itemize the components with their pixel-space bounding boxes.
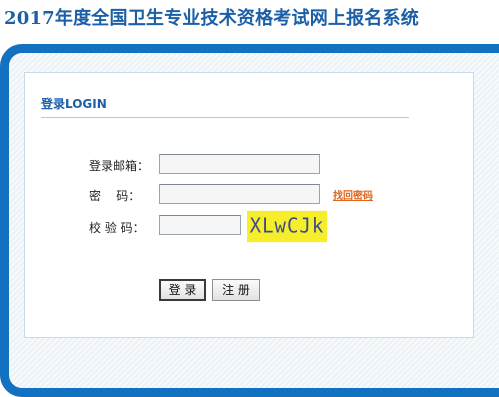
page-title: 2017年度全国卫生专业技术资格考试网上报名系统 [4,8,419,29]
email-label: 登录邮箱： [89,159,150,173]
captcha-label: 校 验 码： [89,221,145,235]
password-field[interactable] [159,184,320,204]
password-label: 密 码： [89,189,141,203]
email-field[interactable] [159,154,320,174]
login-button[interactable]: 登 录 [159,279,206,301]
login-card: 登录LOGIN 登录邮箱： 密 码： 找回密码 校 验 码： XLwCJk 登 … [24,72,474,338]
retrieve-password-link[interactable]: 找回密码 [333,187,373,202]
register-button[interactable]: 注 册 [212,279,260,301]
heading-divider [41,117,409,118]
captcha-field[interactable] [159,215,241,235]
login-heading: 登录LOGIN [41,97,107,111]
captcha-image[interactable]: XLwCJk [247,210,327,243]
